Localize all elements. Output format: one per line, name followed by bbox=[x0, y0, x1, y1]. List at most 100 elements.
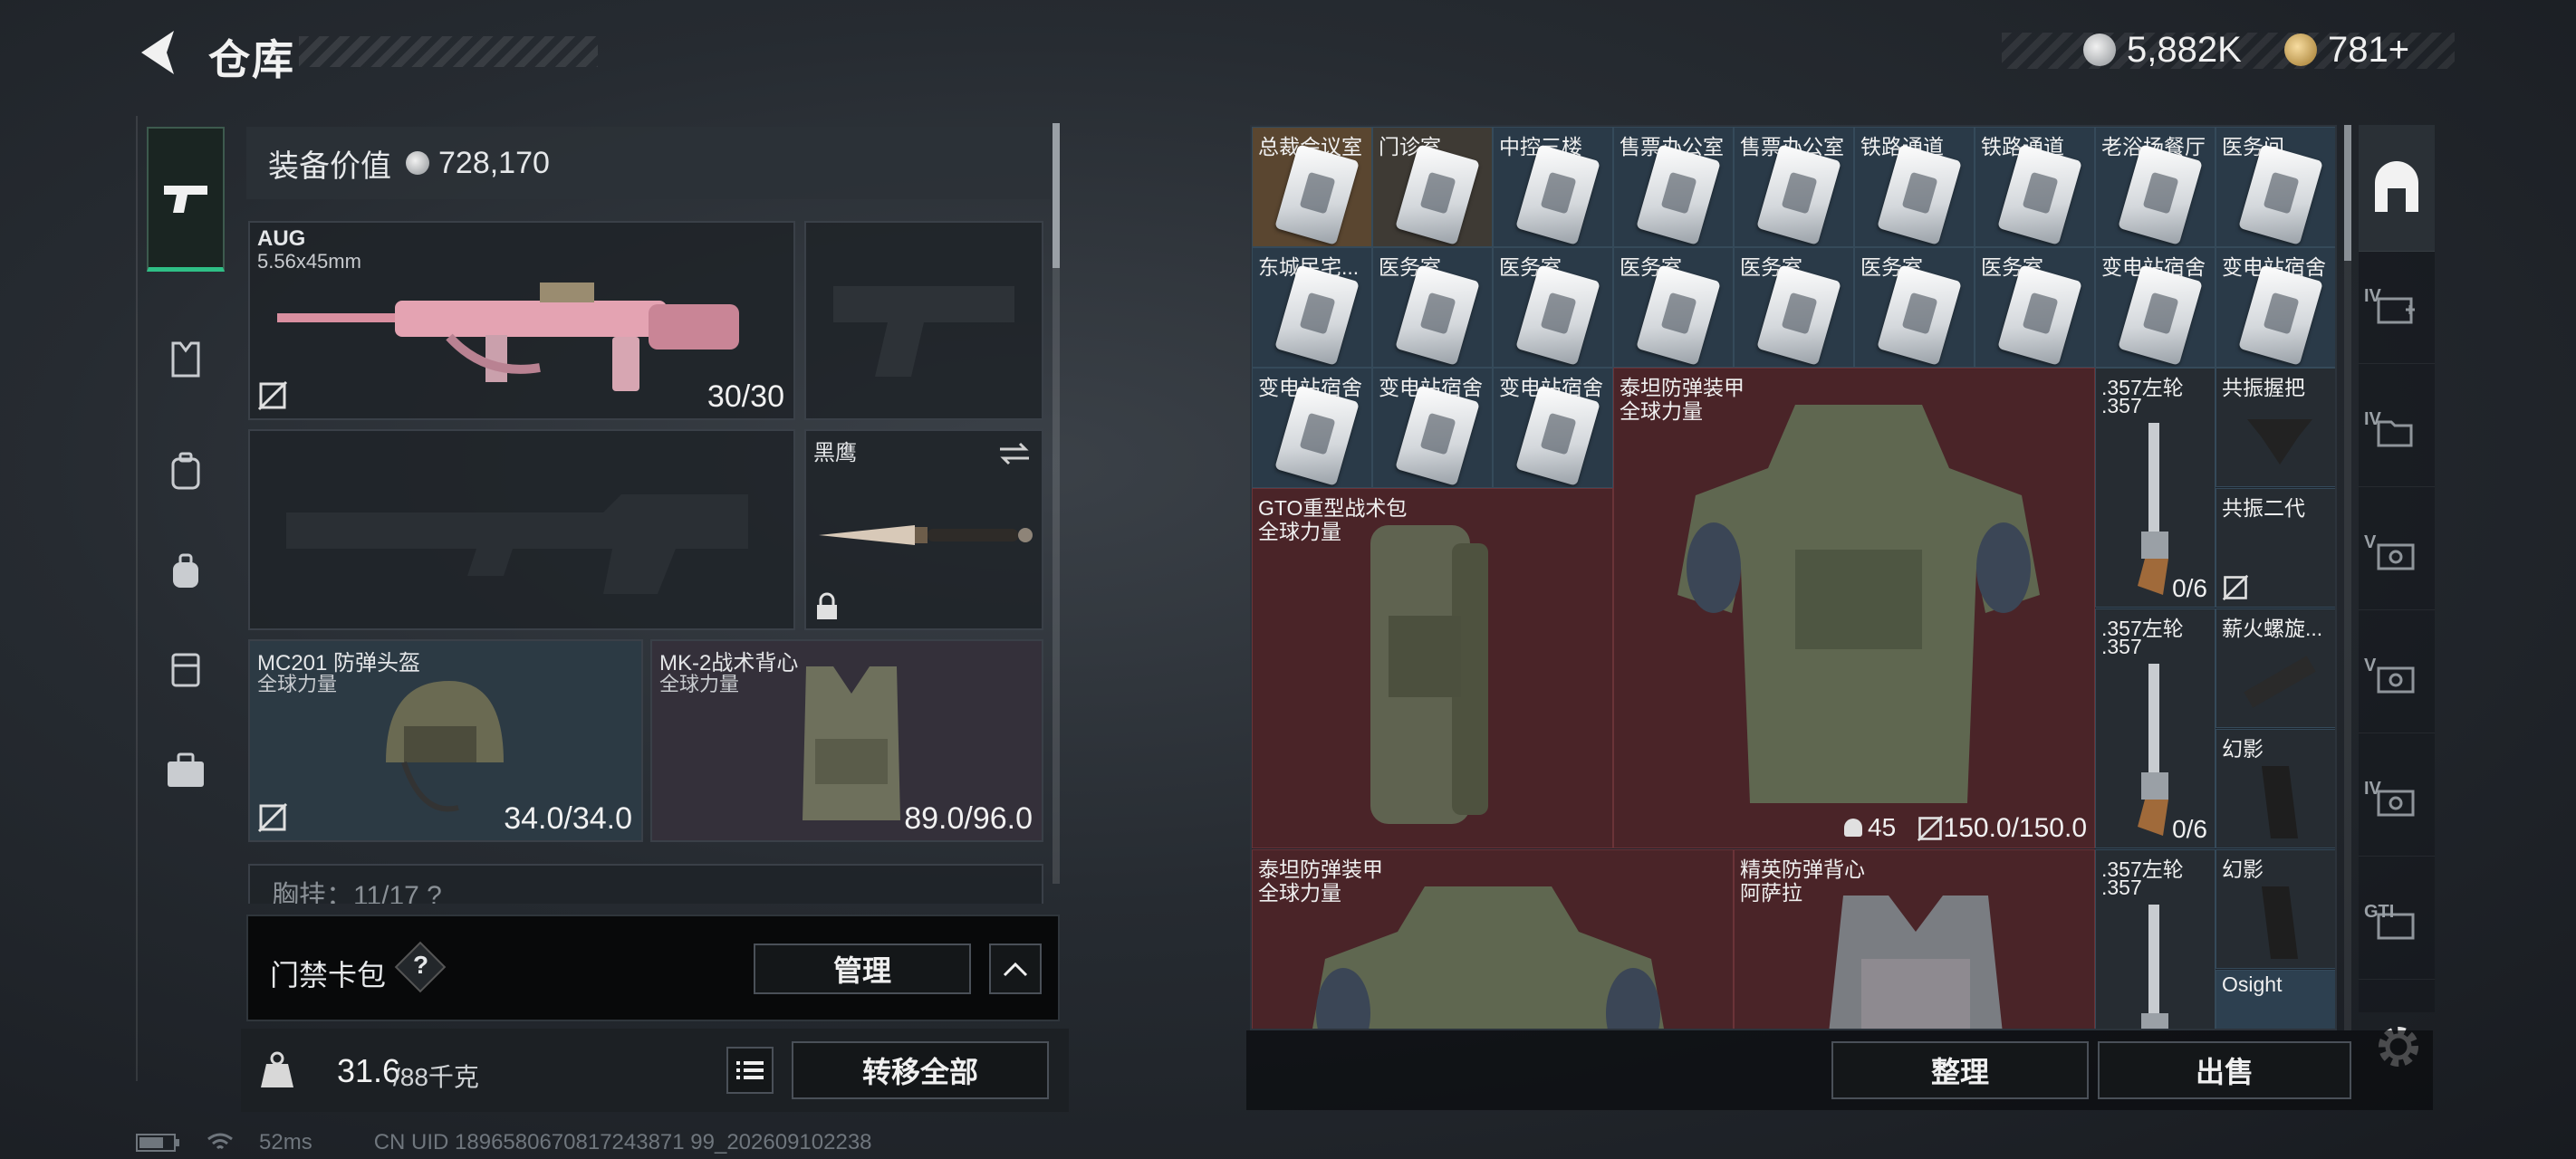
keycard-cell[interactable]: 医务室 bbox=[1734, 247, 1854, 368]
tab-level: V bbox=[2364, 656, 2377, 675]
keycard-cell[interactable]: 医务间 bbox=[2216, 127, 2335, 247]
scroll-thumb[interactable] bbox=[2344, 125, 2351, 261]
bag-icon bbox=[173, 553, 198, 588]
stash-tab-1[interactable]: IV bbox=[2359, 255, 2435, 364]
vest-durability: 89.0/96.0 bbox=[904, 801, 1033, 836]
keycard-cell[interactable]: 医务室 bbox=[1854, 247, 1975, 368]
grip-cell[interactable]: 共振握把 bbox=[2216, 368, 2335, 487]
item-label: 共振二代 bbox=[2222, 496, 2305, 520]
tab-level: IV bbox=[2364, 286, 2381, 306]
lock-icon bbox=[817, 592, 837, 619]
vest-slot[interactable]: MK-2战术背心 全球力量 89.0/96.0 bbox=[650, 639, 1043, 842]
rail-cell[interactable]: 薪火螺旋... bbox=[2216, 608, 2335, 728]
item-sub: .357 bbox=[2101, 876, 2142, 899]
melee-slot[interactable]: 黑鹰 bbox=[804, 429, 1043, 630]
keycard-cell[interactable]: 医务室 bbox=[1975, 247, 2095, 368]
handguard-cell[interactable]: 共振二代 bbox=[2216, 488, 2335, 608]
keycard-cell[interactable]: 售票办公室 bbox=[1613, 127, 1734, 247]
keycard-cell[interactable]: 门诊室 bbox=[1372, 127, 1493, 247]
primary-weapon-slot[interactable]: AUG 5.56x45mm 30/30 bbox=[248, 221, 795, 420]
nav-armor[interactable] bbox=[147, 321, 225, 398]
revolver-icon bbox=[2138, 664, 2168, 836]
backpack-icon bbox=[171, 452, 200, 490]
helmet-slot[interactable]: MC201 防弹头盔 全球力量 34.0/34.0 bbox=[248, 639, 643, 842]
back-arrow-icon bbox=[141, 31, 174, 74]
secondary-weapon-slot-empty[interactable] bbox=[248, 429, 795, 630]
transfer-all-button[interactable]: 转移全部 bbox=[792, 1041, 1049, 1099]
chest-rig-row[interactable]: 胸挂：11/17 ? bbox=[248, 864, 1043, 904]
keycard-cell[interactable]: 变电站宿舍 bbox=[1493, 368, 1613, 488]
keycard-cell[interactable]: 铁路通道 bbox=[1975, 127, 2095, 247]
crate-icon bbox=[2377, 790, 2415, 816]
stash-tab-5[interactable]: IV bbox=[2359, 748, 2435, 857]
revolver-cell[interactable]: .357左轮 .357 bbox=[2095, 849, 2216, 1029]
armor-cell[interactable]: 泰坦防弹装甲 全球力量 45 150.0/150.0 bbox=[1613, 368, 2095, 848]
keycard-cell[interactable]: 医务室 bbox=[1613, 247, 1734, 368]
keycard-cell[interactable]: 变电站宿舍 bbox=[1372, 368, 1493, 488]
scroll-thumb[interactable] bbox=[1053, 123, 1060, 268]
tactical-vest-icon bbox=[803, 666, 900, 820]
keycard-cell[interactable]: 变电站宿舍 bbox=[1252, 368, 1372, 488]
keycard-cell[interactable]: 医务室 bbox=[1372, 247, 1493, 368]
keycard-cell[interactable]: 变电站宿舍 bbox=[2216, 247, 2335, 368]
keycard-cell[interactable]: 东城民宅... bbox=[1252, 247, 1372, 368]
tab-level: GTI bbox=[2364, 902, 2395, 922]
revolver-cell[interactable]: .357左轮 .357 0/6 bbox=[2095, 608, 2216, 848]
rifle-silhouette-icon bbox=[286, 494, 748, 594]
sell-button[interactable]: 出售 bbox=[2098, 1041, 2351, 1099]
nav-case[interactable] bbox=[147, 732, 225, 809]
melee-name: 黑鹰 bbox=[813, 441, 857, 465]
keycard-cell[interactable]: 医务室 bbox=[1493, 247, 1613, 368]
sort-button[interactable]: 整理 bbox=[1831, 1041, 2089, 1099]
crate-icon bbox=[2377, 666, 2415, 693]
medkit-icon bbox=[2377, 297, 2415, 323]
keycard-cell[interactable]: 中控三楼 bbox=[1493, 127, 1613, 247]
list-icon bbox=[736, 1061, 764, 1079]
stash-tab-4[interactable]: V bbox=[2359, 625, 2435, 733]
sight-cell[interactable]: Osight bbox=[2216, 970, 2335, 1029]
tab-level: V bbox=[2364, 532, 2377, 552]
list-view-button[interactable] bbox=[726, 1047, 774, 1094]
keycard-cell[interactable]: 售票办公室 bbox=[1734, 127, 1854, 247]
equipment-scrollbar[interactable] bbox=[1053, 123, 1060, 884]
back-button[interactable] bbox=[134, 27, 185, 78]
vest-cell-2[interactable]: 精英防弹背心 阿萨拉 bbox=[1734, 849, 2095, 1029]
manage-button[interactable]: 管理 bbox=[754, 943, 971, 994]
no-insure-icon bbox=[257, 380, 288, 411]
stock-cell[interactable]: 幻影 bbox=[2216, 729, 2335, 848]
stash-tab-6[interactable]: GTI bbox=[2359, 871, 2435, 980]
stash-grid: 总裁会议室门诊室中控三楼售票办公室售票办公室铁路通道铁路通道老浴场餐厅医务间东城… bbox=[1250, 125, 2337, 1030]
item-sub: .357 bbox=[2101, 635, 2142, 658]
pistol-slot-empty[interactable] bbox=[804, 221, 1043, 420]
gold-currency[interactable]: 781+ bbox=[2284, 25, 2409, 74]
silver-coin-icon bbox=[406, 151, 429, 175]
item-label: 幻影 bbox=[2222, 857, 2264, 881]
stash-tab-3[interactable]: V bbox=[2359, 502, 2435, 610]
nav-weapons[interactable] bbox=[147, 127, 225, 272]
keycard-cell[interactable]: 总裁会议室 bbox=[1252, 127, 1372, 247]
weight-max: /88千克 bbox=[393, 1063, 479, 1091]
nav-backpack[interactable] bbox=[147, 433, 225, 511]
stash-tab-home[interactable] bbox=[2359, 125, 2435, 252]
keycard-cell[interactable]: 变电站宿舍 bbox=[2095, 247, 2216, 368]
stash-action-bar: 整理 出售 bbox=[1246, 1030, 2433, 1110]
item-sub: .357 bbox=[2101, 394, 2142, 417]
backpack-cell[interactable]: GTO重型战术包 全球力量 bbox=[1252, 488, 1613, 848]
keycard-label: 门禁卡包 bbox=[270, 959, 387, 991]
stash-tab-2[interactable]: IV bbox=[2359, 378, 2435, 487]
armor-cell-2[interactable]: 泰坦防弹装甲 全球力量 bbox=[1252, 849, 1734, 1029]
briefcase-icon bbox=[168, 752, 204, 787]
nav-bag[interactable] bbox=[147, 532, 225, 610]
stash-scrollbar[interactable] bbox=[2344, 125, 2351, 1030]
folder-icon bbox=[2377, 420, 2413, 446]
collapse-button[interactable] bbox=[989, 943, 1042, 994]
stock-cell[interactable]: 幻影 bbox=[2216, 849, 2335, 969]
silver-currency[interactable]: 5,882K bbox=[2083, 25, 2242, 74]
keycard-cell[interactable]: 铁路通道 bbox=[1854, 127, 1975, 247]
wifi-icon bbox=[207, 1133, 233, 1150]
revolver-cell[interactable]: .357左轮 .357 0/6 bbox=[2095, 368, 2216, 608]
handguard-icon bbox=[2244, 656, 2316, 708]
keycard-cell[interactable]: 老浴场餐厅 bbox=[2095, 127, 2216, 247]
stock-icon bbox=[2262, 766, 2298, 838]
nav-container[interactable] bbox=[147, 628, 225, 706]
